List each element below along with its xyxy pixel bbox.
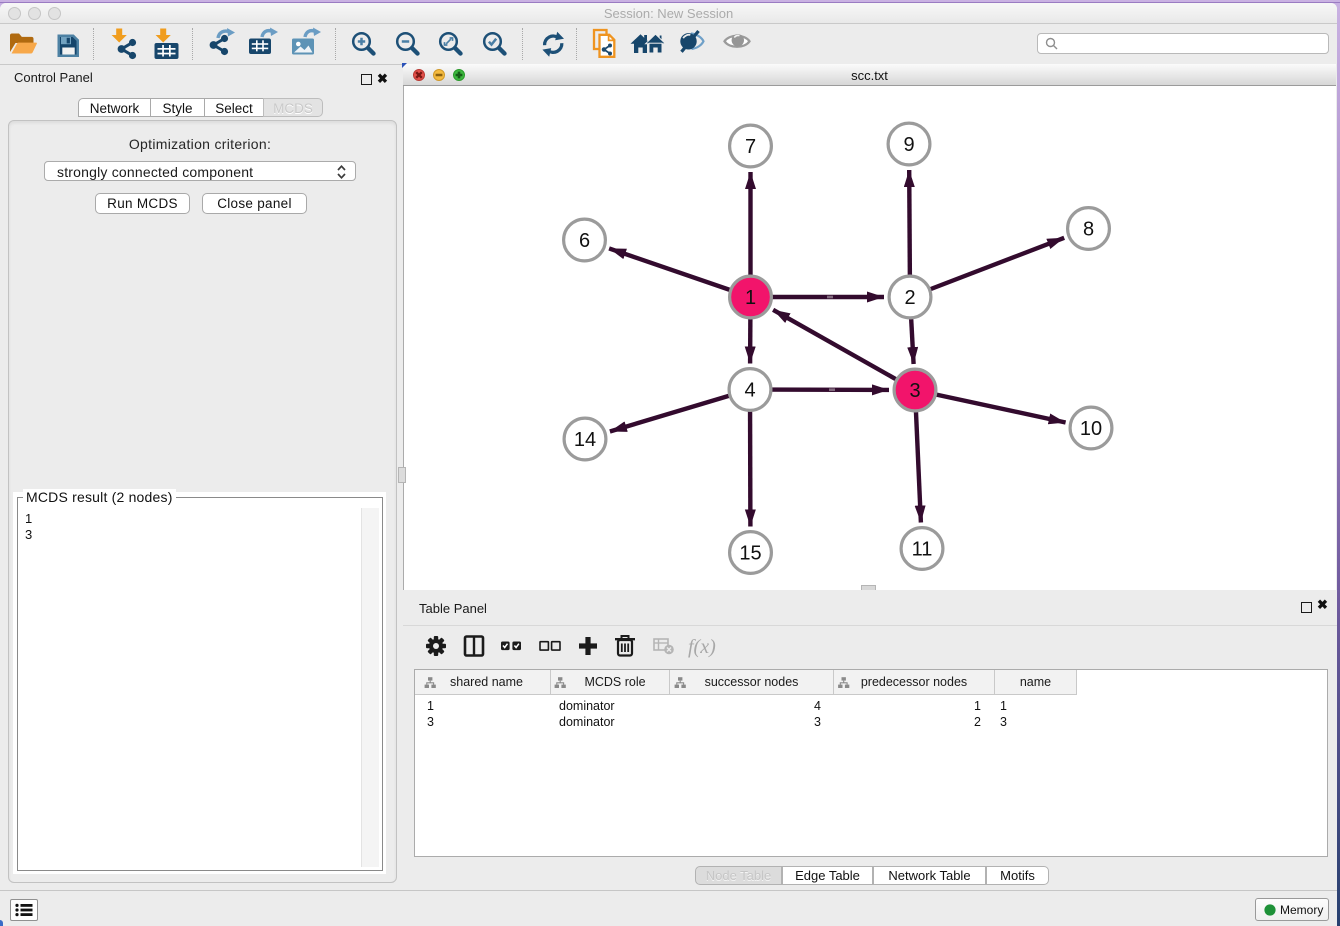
- svg-text:6: 6: [579, 230, 590, 252]
- svg-text:11: 11: [912, 539, 933, 561]
- svg-text:7: 7: [745, 136, 756, 158]
- svg-text:2: 2: [904, 287, 915, 309]
- svg-text:15: 15: [739, 543, 761, 565]
- svg-text:9: 9: [903, 134, 914, 156]
- svg-text:f(x): f(x): [688, 636, 716, 658]
- svg-text:3: 3: [909, 380, 920, 402]
- svg-text:1: 1: [745, 287, 756, 309]
- svg-text:8: 8: [1083, 219, 1094, 241]
- svg-text:14: 14: [574, 429, 596, 451]
- svg-text:10: 10: [1080, 418, 1102, 440]
- svg-text:4: 4: [744, 380, 755, 402]
